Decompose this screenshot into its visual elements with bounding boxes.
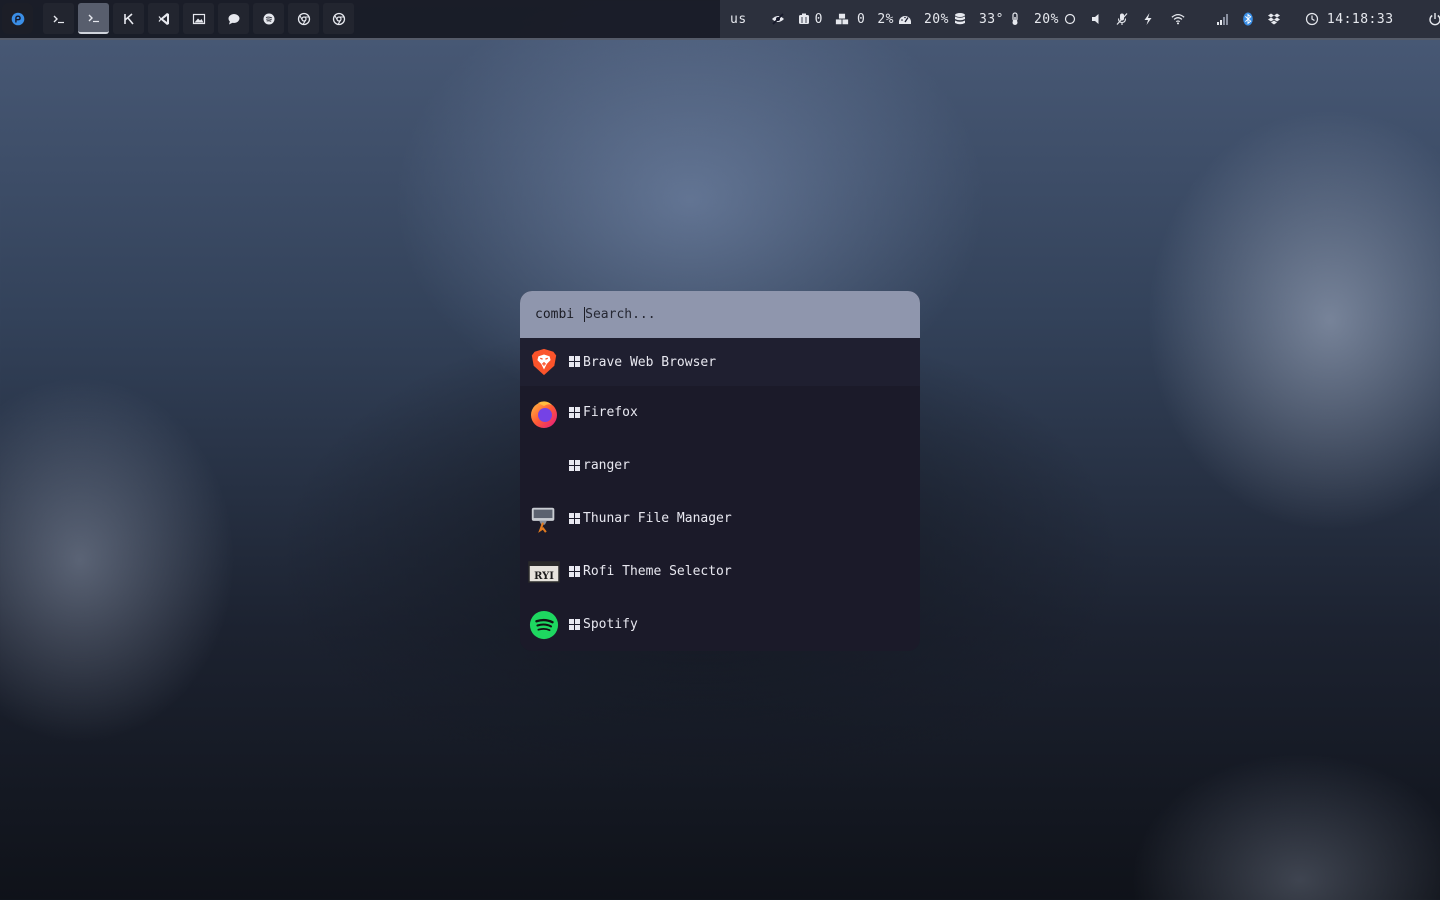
volume-indicator[interactable] (1089, 12, 1103, 26)
bluetooth-icon (1243, 12, 1253, 26)
list-item-label: Firefox (583, 405, 638, 420)
updates-count: 0 (814, 11, 823, 27)
vscode-icon (158, 12, 169, 25)
keyboard-layout[interactable]: us (730, 12, 747, 27)
rofi-icon: RYI (528, 556, 560, 588)
memory-indicator[interactable]: 20% (924, 12, 967, 27)
chrome-icon (332, 12, 345, 25)
workspace-6-button[interactable] (218, 3, 249, 34)
list-item-spotify[interactable]: Spotify (520, 598, 920, 651)
microphone-indicator[interactable] (1115, 12, 1129, 26)
gauge-icon (898, 16, 911, 24)
lightning-icon (1144, 13, 1152, 25)
windows-glyph-icon (569, 618, 581, 631)
fedora-logo-button[interactable] (2, 3, 33, 34)
workspace-8-button[interactable] (288, 3, 319, 34)
list-item-label: Rofi Theme Selector (583, 564, 732, 579)
chat-icon (228, 13, 239, 24)
image-icon (192, 13, 205, 24)
workspace-switcher (2, 3, 354, 34)
workspace-9-button[interactable] (323, 3, 354, 34)
fedora-icon (11, 12, 24, 25)
clock-time: 14:18:33 (1326, 11, 1394, 27)
kde-connect-icon (123, 12, 134, 25)
cpu-indicator[interactable]: 2% (877, 12, 912, 27)
power-button[interactable] (1428, 12, 1440, 26)
power-icon (1428, 13, 1440, 26)
dropbox-icon (1267, 13, 1280, 25)
signal-bars-icon (1216, 14, 1228, 25)
thermometer-icon (1012, 12, 1018, 25)
clock-icon (1305, 12, 1319, 26)
list-item-thunar[interactable]: Thunar File Manager (520, 492, 920, 545)
windows-glyph-icon (569, 459, 581, 472)
workspace-5-button[interactable] (183, 3, 214, 34)
database-icon (954, 13, 965, 25)
app-launcher: combi Brave Web Browser (520, 291, 920, 651)
terminal-icon (53, 15, 64, 23)
firefox-icon (528, 397, 560, 429)
dropbox-indicator[interactable] (1267, 12, 1281, 26)
windows-glyph-icon (569, 512, 581, 525)
speaker-icon (1091, 14, 1099, 24)
list-item-label: Brave Web Browser (583, 354, 717, 370)
list-item-label: Spotify (583, 617, 638, 632)
microphone-muted-icon (1116, 13, 1128, 25)
list-item-label: ranger (583, 458, 630, 473)
temperature-indicator[interactable]: 33° (979, 12, 1022, 27)
list-item-label: Thunar File Manager (583, 511, 732, 526)
cpu-value: 2% (877, 11, 894, 27)
memory-value: 20% (923, 11, 949, 27)
hidden-indicator[interactable] (771, 12, 785, 26)
chrome-icon (297, 12, 310, 25)
svg-text:RYI: RYI (534, 571, 554, 582)
list-item-brave[interactable]: Brave Web Browser (520, 338, 920, 386)
list-item-ranger[interactable]: ranger (520, 439, 920, 492)
package-icon (798, 13, 809, 24)
workspace-1-button[interactable] (43, 3, 74, 34)
clock[interactable]: 14:18:33 (1305, 12, 1394, 27)
boxes-icon (835, 13, 849, 25)
terminal-icon (88, 14, 99, 22)
eye-off-icon (771, 13, 784, 25)
spotify-icon (528, 609, 560, 641)
wifi-indicator[interactable] (1171, 12, 1185, 26)
wifi-icon (1171, 14, 1185, 25)
list-item-rofi-theme-selector[interactable]: RYI Rofi Theme Selector (520, 545, 920, 598)
status-area: us 0 0 2% 20% 33° 20% 14:18:33 (730, 0, 1440, 38)
windows-glyph-icon (569, 565, 581, 578)
updates-indicator[interactable]: 0 (797, 12, 823, 27)
workspace-3-button[interactable] (113, 3, 144, 34)
windows-glyph-icon (569, 356, 581, 368)
packages-count: 0 (856, 11, 866, 27)
packages-indicator[interactable]: 0 (835, 12, 865, 27)
launcher-mode-prompt: combi (535, 307, 575, 322)
thunar-icon (528, 503, 560, 535)
brightness-value: 20% (1033, 11, 1059, 27)
workspace-4-button[interactable] (148, 3, 179, 34)
bluetooth-indicator[interactable] (1241, 12, 1255, 26)
launcher-searchbar: combi (520, 291, 920, 338)
search-input[interactable] (584, 307, 886, 322)
list-item-firefox[interactable]: Firefox (520, 386, 920, 439)
brave-icon (528, 346, 560, 378)
temperature-value: 33° (978, 11, 1004, 27)
windows-glyph-icon (569, 406, 581, 419)
brightness-icon (1064, 13, 1076, 25)
workspace-2-button[interactable] (78, 3, 109, 34)
empty-icon-slot (528, 450, 560, 482)
top-bar: us 0 0 2% 20% 33° 20% 14:18:33 (0, 0, 1440, 40)
keyboard-layout-label: us (730, 11, 747, 27)
signal-indicator[interactable] (1215, 12, 1229, 26)
power-profile-indicator[interactable] (1141, 12, 1155, 26)
brightness-indicator[interactable]: 20% (1034, 12, 1077, 27)
spotify-icon (263, 13, 274, 24)
workspace-7-button[interactable] (253, 3, 284, 34)
